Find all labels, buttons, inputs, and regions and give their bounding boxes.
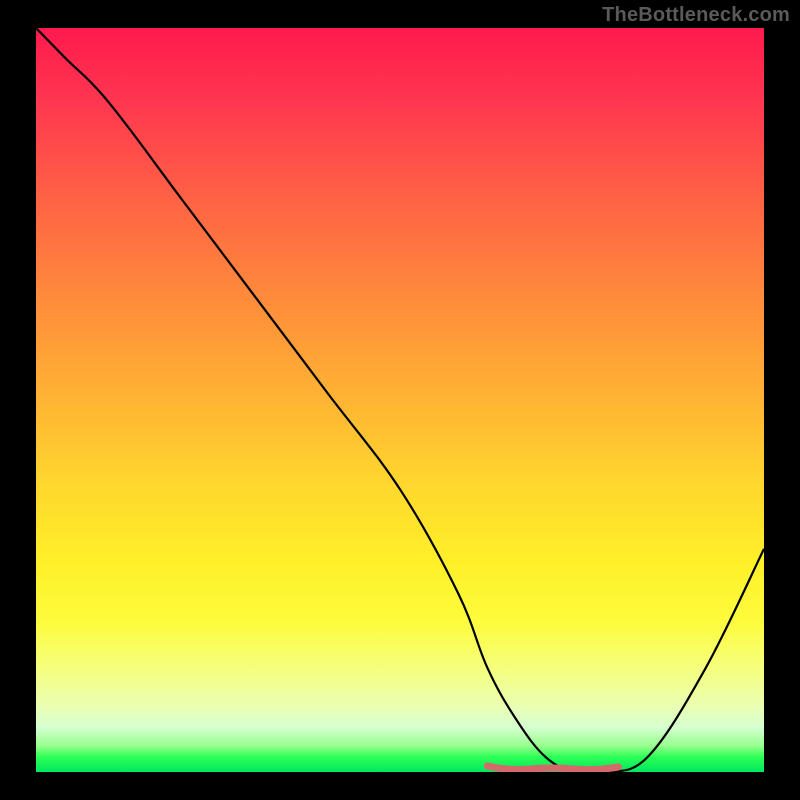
bottleneck-curve <box>36 28 764 772</box>
curve-layer <box>36 28 764 772</box>
plot-area <box>36 28 764 772</box>
chart-frame: TheBottleneck.com <box>0 0 800 800</box>
floor-marker <box>487 766 618 770</box>
watermark-text: TheBottleneck.com <box>602 4 790 27</box>
